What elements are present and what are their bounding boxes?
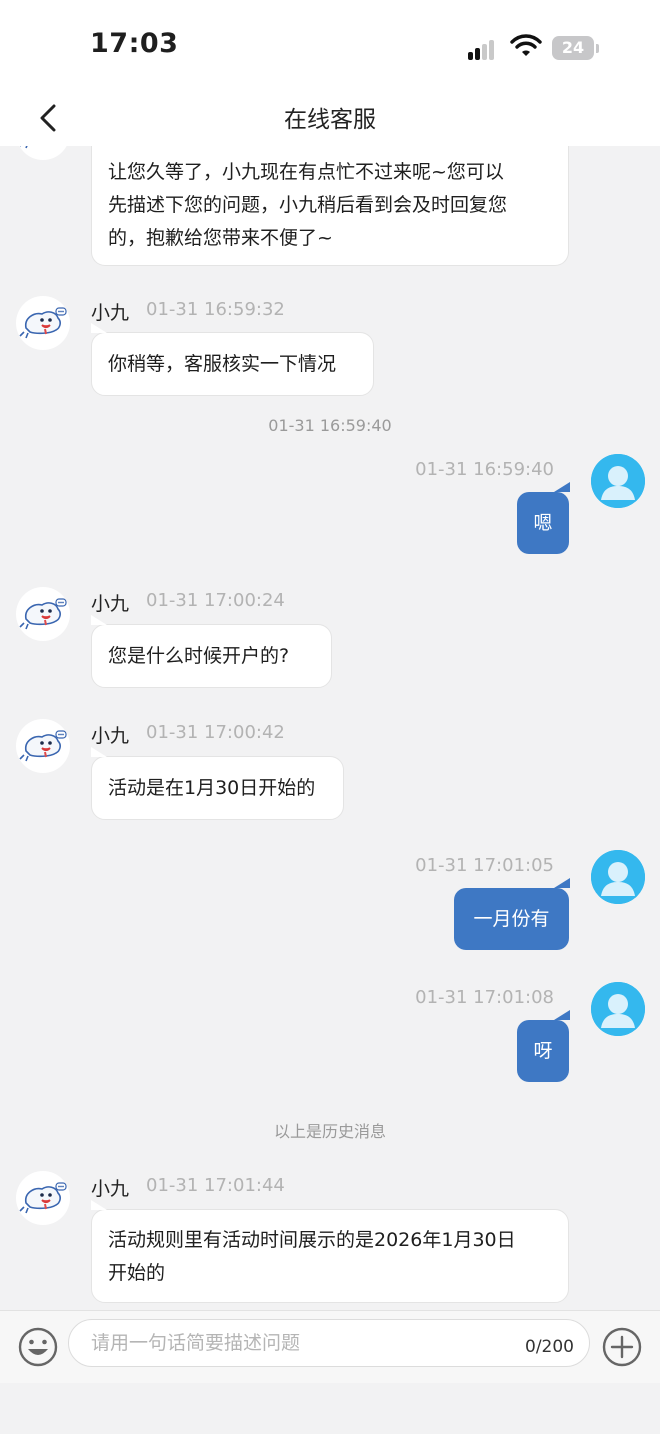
- message-bubble: 让您久等了，小九现在有点忙不过来呢~您可以 先描述下您的问题，小九稍后看到会及时…: [91, 146, 569, 266]
- message-text: 呀: [533, 1040, 553, 1062]
- message-timestamp: 01-31 17:00:24: [146, 590, 285, 611]
- sender-name: 小九: [91, 725, 130, 747]
- message-text-line: 开始的: [108, 1262, 166, 1284]
- bot-avatar: [16, 1171, 70, 1225]
- bot-avatar: [16, 719, 70, 773]
- status-time: 17:03: [90, 28, 179, 59]
- bot-avatar: [16, 146, 70, 160]
- more-options-button[interactable]: [602, 1327, 642, 1371]
- message-text-line: 先描述下您的问题，小九稍后看到会及时回复您: [108, 194, 508, 216]
- message-text-line: 的，抱歉给您带来不便了~: [108, 227, 333, 249]
- message-text-line: 活动规则里有活动时间展示的是2026年1月30日: [108, 1229, 516, 1251]
- battery-level: 24: [561, 38, 585, 57]
- sender-name: 小九: [91, 593, 130, 615]
- chat-message-list[interactable]: 让您久等了，小九现在有点忙不过来呢~您可以 先描述下您的问题，小九稍后看到会及时…: [0, 146, 660, 1310]
- message-input[interactable]: [68, 1319, 590, 1367]
- page-title: 在线客服: [284, 107, 376, 133]
- message-text: 一月份有: [473, 908, 550, 930]
- system-timestamp: 01-31 16:59:40: [268, 416, 392, 435]
- message-text: 嗯: [533, 512, 553, 534]
- message-timestamp: 01-31 17:00:42: [146, 722, 285, 743]
- user-avatar: [591, 454, 645, 508]
- message-bubble: 活动规则里有活动时间展示的是2026年1月30日 开始的: [91, 1200, 569, 1303]
- sender-name: 小九: [91, 302, 130, 324]
- emoji-button[interactable]: [18, 1327, 58, 1371]
- message-text-line: 让您久等了，小九现在有点忙不过来呢~您可以: [108, 161, 504, 183]
- bot-avatar: [16, 296, 70, 350]
- status-bar: 17:03 24: [0, 0, 660, 90]
- message-bubble: 一月份有: [454, 878, 570, 950]
- message-text: 活动是在1月30日开始的: [108, 777, 316, 799]
- plus-icon: [602, 1327, 642, 1367]
- message-timestamp: 01-31 16:59:40: [415, 459, 554, 480]
- bot-avatar: [16, 587, 70, 641]
- message-timestamp: 01-31 16:59:32: [146, 299, 285, 320]
- user-avatar: [591, 982, 645, 1036]
- message-bubble: 嗯: [517, 482, 570, 554]
- message-bubble: 你稍等，客服核实一下情况: [91, 323, 374, 396]
- battery-tip: [596, 44, 599, 53]
- message-timestamp: 01-31 17:01:08: [415, 987, 554, 1008]
- nav-bar: 在线客服: [0, 90, 660, 146]
- message-bubble: 活动是在1月30日开始的: [91, 747, 344, 820]
- battery-icon: 24: [552, 36, 594, 60]
- message-timestamp: 01-31 17:01:05: [415, 855, 554, 876]
- history-divider: 以上是历史消息: [273, 1122, 386, 1141]
- wifi-icon: [510, 34, 542, 56]
- message-timestamp: 01-31 17:01:44: [146, 1175, 285, 1196]
- message-bubble: 您是什么时候开户的?: [91, 615, 332, 688]
- input-bar: 0/200: [0, 1310, 660, 1383]
- message-bubble: 呀: [517, 1010, 570, 1082]
- emoji-icon: [18, 1327, 58, 1367]
- home-indicator-area: [0, 1383, 660, 1434]
- message-text: 您是什么时候开户的?: [108, 645, 290, 667]
- message-text: 你稍等，客服核实一下情况: [108, 353, 337, 375]
- signal-icon: [468, 38, 502, 60]
- user-avatar: [591, 850, 645, 904]
- character-counter: 0/200: [525, 1337, 574, 1357]
- sender-name: 小九: [91, 1178, 130, 1200]
